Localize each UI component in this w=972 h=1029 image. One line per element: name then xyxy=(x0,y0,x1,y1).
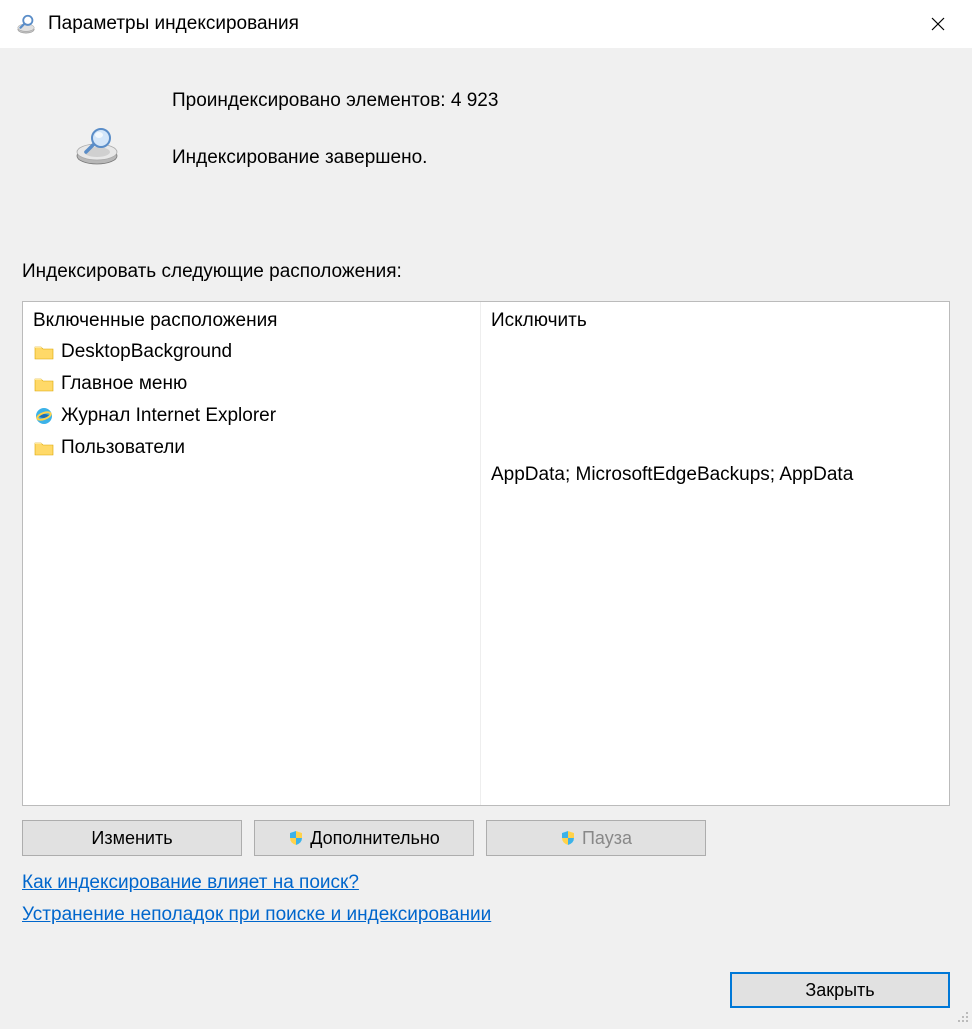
excluded-value: AppData; MicrosoftEdgeBackups; AppData xyxy=(491,464,939,486)
window-title: Параметры индексирования xyxy=(48,13,918,35)
titlebar: Параметры индексирования xyxy=(0,0,972,48)
shield-icon xyxy=(560,830,576,846)
pause-button: Пауза xyxy=(486,820,706,856)
locations-label: Индексировать следующие расположения: xyxy=(22,261,950,283)
indexed-count-label: Проиндексировано элементов: 4 923 xyxy=(172,88,950,115)
table-row[interactable]: Главное меню xyxy=(33,368,470,400)
folder-icon xyxy=(33,373,55,395)
location-label: DesktopBackground xyxy=(61,341,232,363)
location-label: Журнал Internet Explorer xyxy=(61,405,276,427)
table-row[interactable]: Пользователи xyxy=(33,432,470,464)
resize-grip[interactable] xyxy=(956,1008,970,1022)
close-icon[interactable] xyxy=(918,4,958,44)
location-label: Главное меню xyxy=(61,373,187,395)
location-label: Пользователи xyxy=(61,437,185,459)
indexing-drive-icon xyxy=(22,86,172,166)
close-button[interactable]: Закрыть xyxy=(730,972,950,1008)
column-header-included: Включенные расположения xyxy=(33,310,470,332)
shield-icon xyxy=(288,830,304,846)
indexing-icon xyxy=(14,12,38,36)
folder-icon xyxy=(33,341,55,363)
ie-icon xyxy=(33,405,55,427)
column-header-excluded: Исключить xyxy=(491,310,939,332)
locations-table: Включенные расположения DesktopBackgroun… xyxy=(22,301,950,806)
table-row[interactable]: Журнал Internet Explorer xyxy=(33,400,470,432)
advanced-button[interactable]: Дополнительно xyxy=(254,820,474,856)
indexing-state-label: Индексирование завершено. xyxy=(172,145,950,172)
troubleshoot-link[interactable]: Устранение неполадок при поиске и индекс… xyxy=(22,904,491,926)
modify-button[interactable]: Изменить xyxy=(22,820,242,856)
table-row[interactable]: DesktopBackground xyxy=(33,336,470,368)
how-indexing-affects-link[interactable]: Как индексирование влияет на поиск? xyxy=(22,872,359,894)
folder-icon xyxy=(33,437,55,459)
